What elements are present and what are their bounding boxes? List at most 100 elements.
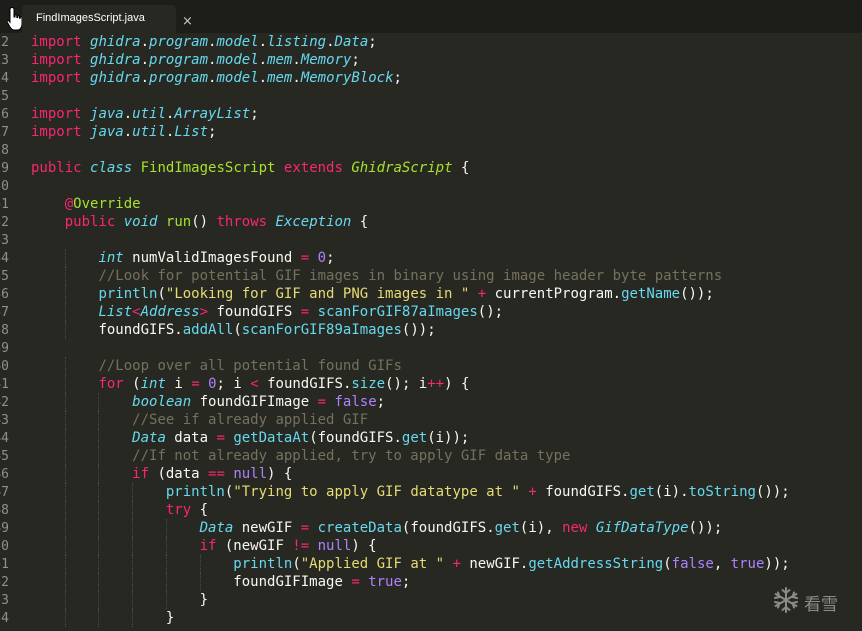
code-token: import	[31, 34, 82, 50]
code-token: i	[165, 376, 192, 392]
code-token: run	[165, 214, 192, 230]
code-text: boolean foundGIFImage = false;	[31, 393, 385, 411]
code-token: (); i	[385, 376, 428, 392]
code-token: get	[629, 484, 655, 500]
code-line[interactable]: 23 import ghidra.program.model.mem.Memory…	[0, 51, 862, 69]
code-token: +	[452, 556, 461, 572]
code-line[interactable]: 35 //Look for potential GIF images in bi…	[0, 267, 862, 285]
code-token: ;	[393, 70, 402, 86]
line-number: 37	[0, 305, 9, 320]
code-line[interactable]: 46 if (data == null) {	[0, 465, 862, 483]
code-token: public	[64, 214, 116, 230]
code-line[interactable]: 26import java.util.ArrayList;	[0, 105, 862, 123]
code-text: for (int i = 0; i < foundGIFS.size(); i+…	[31, 375, 469, 393]
code-token: Memory	[300, 52, 352, 68]
code-line[interactable]: 37 List<Address> foundGIFS = scanForGIF8…	[0, 303, 862, 321]
code-line[interactable]: 40 //Loop over all potential found GIFs	[0, 357, 862, 375]
code-token: ;	[401, 574, 411, 590]
code-line[interactable]: 22 import ghidra.program.model.listing.Da…	[0, 33, 862, 51]
line-number: 33	[0, 233, 9, 248]
code-token: .	[123, 106, 133, 122]
code-token: ;	[208, 124, 217, 140]
close-icon[interactable]: ×	[182, 15, 193, 28]
code-line[interactable]: 52 foundGIFImage = true;	[0, 573, 862, 591]
code-token: true	[730, 556, 765, 572]
code-text: int numValidImagesFound = 0;	[31, 249, 334, 267]
code-line[interactable]: 38 foundGIFS.addAll(scanForGIF89aImages(…	[0, 321, 862, 339]
code-text: try {	[31, 501, 208, 519]
code-token: =	[317, 394, 327, 410]
indent-guide	[64, 321, 66, 339]
code-token: model	[216, 70, 259, 86]
code-token: program	[149, 70, 209, 86]
code-token: (	[663, 556, 672, 572]
code-line[interactable]: 48 try {	[0, 501, 862, 519]
line-number: 28	[0, 143, 9, 158]
line-number: 22	[0, 35, 9, 50]
code-token: foundGIFS.	[258, 376, 352, 392]
tab-findimagesscript[interactable]: FindImagesScript.java ×	[22, 5, 193, 33]
indent-guide	[132, 591, 134, 609]
code-line[interactable]: 27import java.util.List;	[0, 123, 862, 141]
code-line[interactable]: 44 Data data = getDataAt(foundGIFS.get(i…	[0, 429, 862, 447]
code-line[interactable]: 50 if (newGIF != null) {	[0, 537, 862, 555]
line-number: 54	[0, 611, 9, 626]
code-editor[interactable]: 22import ghidra.program.model.listing.Da…	[0, 33, 862, 631]
indent-guide	[98, 429, 100, 447]
code-line[interactable]: 51 println("Applied GIF at " + newGIF.ge…	[0, 555, 862, 573]
indent-guide	[98, 591, 100, 609]
code-text: List<Address> foundGIFS = scanForGIF87aI…	[31, 303, 503, 321]
code-token: null	[233, 466, 268, 482]
code-line[interactable]: 30	[0, 177, 862, 195]
code-line[interactable]: 36 println("Looking for GIF and PNG imag…	[0, 285, 862, 303]
code-line[interactable]: 24 import ghidra.program.model.mem.Memory…	[0, 69, 862, 87]
code-token: (i).	[654, 484, 689, 500]
code-line[interactable]: 28	[0, 141, 862, 159]
code-line[interactable]: 32 public void run() throws Exception {	[0, 213, 862, 231]
code-line[interactable]: 45 //If not already applied, try to appl…	[0, 447, 862, 465]
code-token: List	[174, 124, 209, 140]
code-token: //See if already applied GIF	[132, 412, 369, 428]
code-line[interactable]: 39	[0, 339, 862, 357]
code-line[interactable]: 43 //See if already applied GIF	[0, 411, 862, 429]
code-token: foundGIFImage	[191, 394, 318, 410]
code-line[interactable]: 25	[0, 87, 862, 105]
line-number: 52	[0, 575, 9, 590]
code-token: addAll	[182, 322, 234, 338]
code-text: println("Applied GIF at " + newGIF.getAd…	[31, 555, 789, 573]
indent-guide	[64, 303, 66, 321]
code-token: .	[123, 124, 133, 140]
tab-bar: FindImagesScript.java ×	[0, 0, 862, 33]
code-line[interactable]: 47 println("Trying to apply GIF datatype…	[0, 483, 862, 501]
code-line[interactable]: 29 public class FindImagesScript extends …	[0, 159, 862, 177]
code-token: numValidImagesFound	[123, 250, 301, 266]
code-text: public class FindImagesScript extends Gh…	[31, 159, 469, 177]
code-line[interactable]: 49 Data newGIF = createData(foundGIFS.ge…	[0, 519, 862, 537]
code-token: +	[477, 286, 487, 302]
code-token: void	[123, 214, 158, 230]
code-line[interactable]: 41 for (int i = 0; i < foundGIFS.size();…	[0, 375, 862, 393]
code-line[interactable]: 31 @Override	[0, 195, 862, 213]
code-line[interactable]: 42 boolean foundGIFImage = false;	[0, 393, 862, 411]
code-token: class	[90, 160, 133, 176]
code-token: boolean	[132, 394, 192, 410]
code-token: {	[452, 160, 470, 176]
code-token: (	[123, 376, 141, 392]
code-token: =	[300, 250, 310, 266]
code-line[interactable]: 33	[0, 231, 862, 249]
code-token: ) {	[267, 466, 293, 482]
code-text: foundGIFS.addAll(scanForGIF89aImages());	[31, 321, 435, 339]
code-token: data	[165, 430, 217, 446]
code-token: program	[149, 52, 209, 68]
code-token: .	[292, 52, 301, 68]
code-line[interactable]: 53 }	[0, 591, 862, 609]
code-line[interactable]: 54 }	[0, 609, 862, 627]
code-token: .	[292, 70, 301, 86]
code-token: ;	[376, 394, 386, 410]
code-token: "Looking for GIF and PNG images in "	[165, 286, 470, 302]
code-line[interactable]: 34 int numValidImagesFound = 0;	[0, 249, 862, 267]
